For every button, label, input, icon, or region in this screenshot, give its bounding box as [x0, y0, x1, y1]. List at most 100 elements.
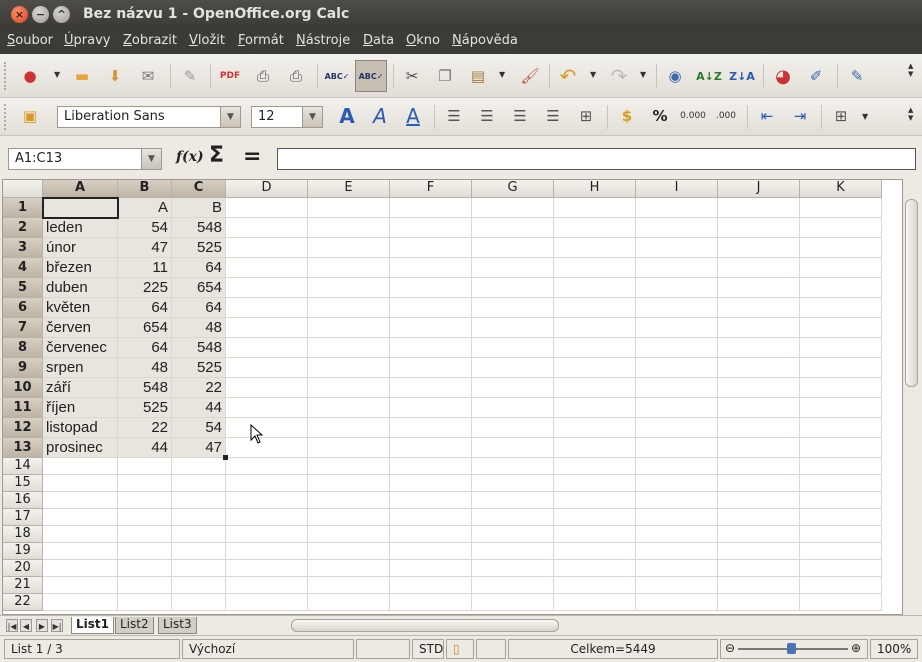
cell-h17[interactable] — [554, 509, 636, 526]
cell-k2[interactable] — [800, 218, 882, 238]
cell-g1[interactable] — [472, 198, 554, 218]
cell-k4[interactable] — [800, 258, 882, 278]
column-header-g[interactable]: G — [472, 180, 554, 198]
name-box[interactable]: A1:C13 ▼ — [8, 148, 162, 170]
cell-b12[interactable]: 22 — [118, 418, 172, 438]
cell-g10[interactable] — [472, 378, 554, 398]
cell-a8[interactable]: červenec — [43, 338, 118, 358]
percent-icon[interactable]: % — [648, 104, 672, 128]
row-header-2[interactable]: 2 — [3, 218, 43, 238]
cell-i18[interactable] — [636, 526, 718, 543]
edit-file-icon[interactable]: ✎ — [178, 64, 202, 88]
zoom-out-icon[interactable]: ⊖ — [725, 641, 735, 655]
print-preview-icon[interactable]: ⎙ — [284, 64, 308, 88]
cell-i17[interactable] — [636, 509, 718, 526]
cell-d13[interactable] — [226, 438, 308, 458]
cell-e5[interactable] — [308, 278, 390, 298]
cell-d17[interactable] — [226, 509, 308, 526]
cell-e19[interactable] — [308, 543, 390, 560]
row-header-21[interactable]: 21 — [3, 577, 43, 594]
cell-b4[interactable]: 11 — [118, 258, 172, 278]
cell-e3[interactable] — [308, 238, 390, 258]
menu-zobrazit[interactable]: Zobrazit — [123, 33, 177, 48]
column-header-f[interactable]: F — [390, 180, 472, 198]
cell-i7[interactable] — [636, 318, 718, 338]
cell-d7[interactable] — [226, 318, 308, 338]
cell-g9[interactable] — [472, 358, 554, 378]
spreadsheet-grid[interactable]: A B C D E F G H I J K 1 A B 2 leden 54 548 3 únor 47 525 4 břez… — [2, 179, 903, 615]
cell-h15[interactable] — [554, 475, 636, 492]
cell-k14[interactable] — [800, 458, 882, 475]
cell-b15[interactable] — [118, 475, 172, 492]
cell-b7[interactable]: 654 — [118, 318, 172, 338]
cell-f18[interactable] — [390, 526, 472, 543]
cell-i3[interactable] — [636, 238, 718, 258]
menu-okno[interactable]: Okno — [406, 33, 440, 48]
cell-j5[interactable] — [718, 278, 800, 298]
cell-a21[interactable] — [43, 577, 118, 594]
cell-b16[interactable] — [118, 492, 172, 509]
cell-d19[interactable] — [226, 543, 308, 560]
cell-a7[interactable]: červen — [43, 318, 118, 338]
cell-g11[interactable] — [472, 398, 554, 418]
email-icon[interactable]: ✉ — [136, 64, 160, 88]
cell-f20[interactable] — [390, 560, 472, 577]
cell-a18[interactable] — [43, 526, 118, 543]
cell-h10[interactable] — [554, 378, 636, 398]
cell-k22[interactable] — [800, 594, 882, 611]
row-header-3[interactable]: 3 — [3, 238, 43, 258]
row-header-8[interactable]: 8 — [3, 338, 43, 358]
row-header-1[interactable]: 1 — [3, 198, 43, 218]
font-size-combo[interactable]: 12 ▼ — [251, 106, 323, 128]
cell-d21[interactable] — [226, 577, 308, 594]
cell-d15[interactable] — [226, 475, 308, 492]
hyperlink-icon[interactable]: ◉ — [663, 64, 687, 88]
cell-i20[interactable] — [636, 560, 718, 577]
menu-vlozit[interactable]: Vložit — [189, 33, 225, 48]
cell-i14[interactable] — [636, 458, 718, 475]
cell-f12[interactable] — [390, 418, 472, 438]
cell-h12[interactable] — [554, 418, 636, 438]
cell-c19[interactable] — [172, 543, 226, 560]
cell-g16[interactable] — [472, 492, 554, 509]
toolbar-overflow-icon[interactable]: ▲ ▼ — [908, 62, 913, 78]
cell-k20[interactable] — [800, 560, 882, 577]
cell-b2[interactable]: 54 — [118, 218, 172, 238]
cell-a12[interactable]: listopad — [43, 418, 118, 438]
cell-c16[interactable] — [172, 492, 226, 509]
cell-j10[interactable] — [718, 378, 800, 398]
cell-c1[interactable]: B — [172, 198, 226, 218]
cell-j14[interactable] — [718, 458, 800, 475]
cell-d2[interactable] — [226, 218, 308, 238]
cell-i15[interactable] — [636, 475, 718, 492]
cell-h11[interactable] — [554, 398, 636, 418]
justify-icon[interactable]: ☰ — [541, 104, 565, 128]
row-header-5[interactable]: 5 — [3, 278, 43, 298]
cell-f6[interactable] — [390, 298, 472, 318]
cell-k3[interactable] — [800, 238, 882, 258]
cell-h18[interactable] — [554, 526, 636, 543]
cell-e17[interactable] — [308, 509, 390, 526]
vertical-scrollbar[interactable] — [903, 179, 920, 615]
cell-c8[interactable]: 548 — [172, 338, 226, 358]
cell-f10[interactable] — [390, 378, 472, 398]
column-header-d[interactable]: D — [226, 180, 308, 198]
function-wizard-icon[interactable]: f(x) — [176, 149, 204, 165]
tab-list3[interactable]: List3 — [158, 617, 197, 634]
cell-k10[interactable] — [800, 378, 882, 398]
save-icon[interactable]: ⬇ — [103, 64, 127, 88]
cell-c5[interactable]: 654 — [172, 278, 226, 298]
next-sheet-button[interactable]: ▶ — [36, 619, 48, 632]
cell-f14[interactable] — [390, 458, 472, 475]
cell-c22[interactable] — [172, 594, 226, 611]
cell-f5[interactable] — [390, 278, 472, 298]
row-header-13[interactable]: 13 — [3, 438, 43, 458]
italic-icon[interactable]: A — [368, 104, 392, 128]
export-pdf-icon[interactable]: PDF — [218, 64, 242, 88]
cell-h14[interactable] — [554, 458, 636, 475]
sort-descending-icon[interactable]: Z↓A — [729, 64, 755, 88]
increase-indent-icon[interactable]: ⇥ — [788, 104, 812, 128]
selection-sum[interactable]: Celkem=5449 — [508, 639, 718, 659]
cell-a13[interactable]: prosinec — [43, 438, 118, 458]
cell-d5[interactable] — [226, 278, 308, 298]
